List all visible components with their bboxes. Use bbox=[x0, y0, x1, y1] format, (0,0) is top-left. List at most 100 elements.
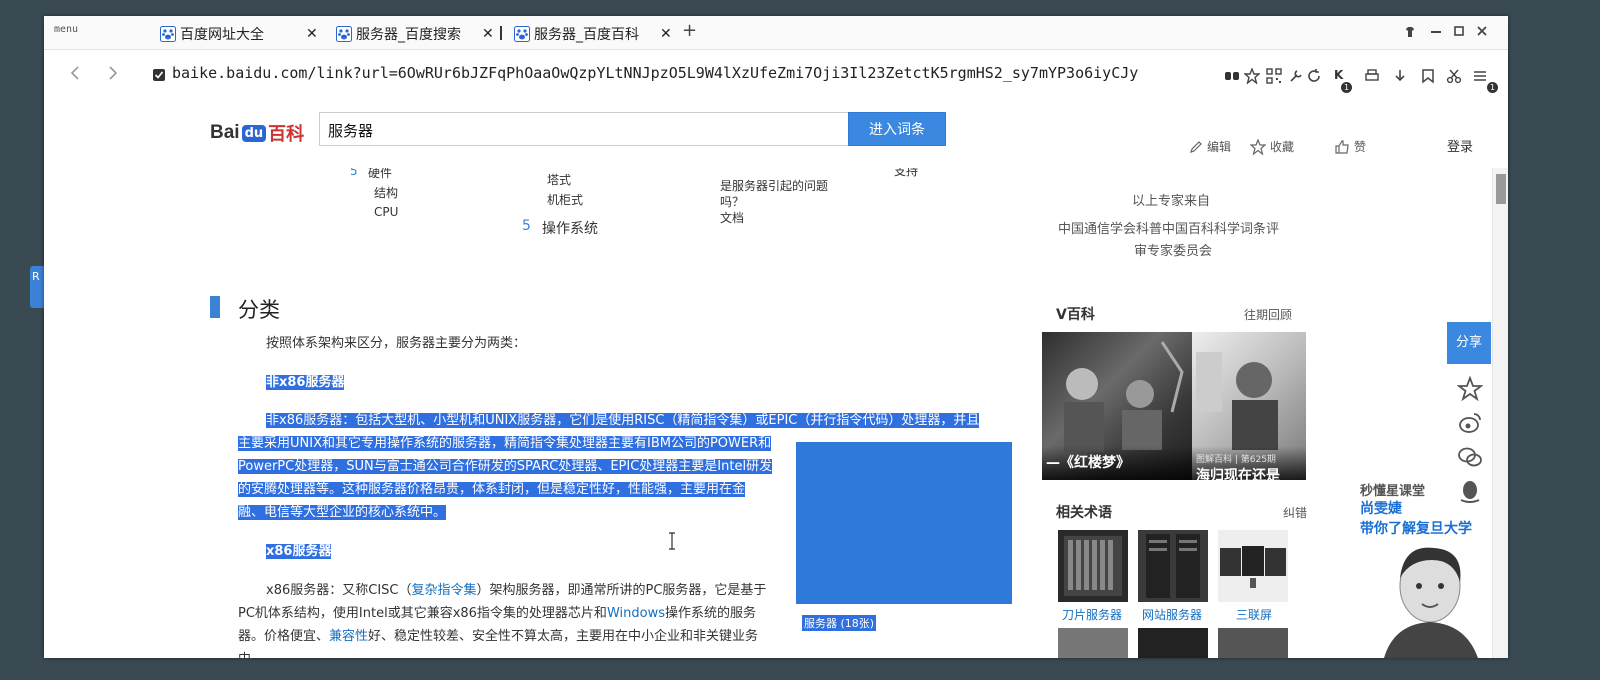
toc-item[interactable]: 是服务器引起的问题 bbox=[720, 177, 828, 194]
tab-baidu-baike[interactable]: 服务器_百度百科 bbox=[514, 22, 639, 46]
tab-label: 服务器_百度百科 bbox=[534, 27, 639, 43]
tab-baidu-search[interactable]: 服务器_百度搜索 bbox=[336, 22, 461, 46]
tab-label: 服务器_百度搜索 bbox=[356, 27, 461, 43]
baidu-paw-icon bbox=[514, 26, 530, 42]
star-icon[interactable] bbox=[1244, 68, 1260, 84]
wechat-icon[interactable] bbox=[1457, 444, 1483, 470]
related-term-thumbnail[interactable] bbox=[1218, 628, 1288, 658]
related-term-thumbnail[interactable] bbox=[1218, 530, 1288, 602]
like-button[interactable]: 赞 bbox=[1334, 138, 1366, 155]
toc-item[interactable]: 操作系统 bbox=[542, 218, 598, 238]
cut-icon[interactable] bbox=[1446, 68, 1462, 84]
badge-count: 1 bbox=[1487, 82, 1498, 93]
close-icon[interactable]: ✕ bbox=[306, 22, 318, 46]
related-term-thumbnail[interactable] bbox=[1058, 530, 1128, 602]
compatibility-link[interactable]: 兼容性 bbox=[329, 629, 368, 644]
settings-icon[interactable] bbox=[1288, 68, 1304, 84]
logo-baike: 百科 bbox=[268, 124, 305, 145]
tab-label: 百度网址大全 bbox=[180, 27, 264, 43]
search-input[interactable]: 服务器 bbox=[319, 112, 849, 146]
enter-entry-button[interactable]: 进入词条 bbox=[848, 112, 946, 146]
report-error-link[interactable]: 纠错 bbox=[1283, 504, 1307, 521]
logo-du: du bbox=[241, 124, 267, 142]
web-server-picture bbox=[1146, 534, 1200, 598]
edit-button[interactable]: 编辑 bbox=[1189, 138, 1231, 155]
print-icon[interactable] bbox=[1364, 68, 1380, 84]
thumbs-up-icon bbox=[1335, 139, 1349, 154]
video-thumbnail[interactable]: —《红楼梦》 bbox=[1042, 332, 1192, 480]
ad-portrait-picture bbox=[1384, 547, 1478, 658]
related-term-thumbnail[interactable] bbox=[1138, 530, 1208, 602]
paragraph-line: 非x86服务器：包括大型机、小型机和UNIX服务器，它们是使用RISC（精简指令… bbox=[266, 413, 980, 428]
qzone-star-icon[interactable] bbox=[1457, 376, 1483, 402]
shirt-icon[interactable] bbox=[1404, 26, 1416, 38]
collect-label: 收藏 bbox=[1270, 140, 1295, 154]
toc-item[interactable]: 结构 bbox=[374, 184, 398, 201]
related-terms-title: 相关术语 bbox=[1056, 505, 1112, 521]
collect-button[interactable]: 收藏 bbox=[1250, 138, 1294, 155]
toc-item[interactable]: 塔式 bbox=[547, 171, 571, 188]
tab-bar: menu 百度网址大全 ✕ 服务器_百度搜索 ✕ 服务器_百度百科 ✕ + bbox=[44, 16, 1508, 50]
scrollbar-thumb[interactable] bbox=[1496, 174, 1506, 204]
video-subtitle: 图解百科 | 第625期 bbox=[1196, 455, 1276, 465]
vbaike-history-link[interactable]: 往期回顾 bbox=[1244, 306, 1292, 323]
url-field[interactable]: baike.baidu.com/link?url=6OwRUr6bJZFqPhO… bbox=[172, 64, 1142, 86]
toc-item[interactable]: 硬件 bbox=[368, 168, 392, 181]
related-term-label[interactable]: 网站服务器 bbox=[1142, 606, 1202, 623]
paragraph-line: PC机体系结构，使用Intel或其它兼容x86指令集的处理器芯片和Windows… bbox=[238, 606, 756, 621]
close-icon[interactable]: ✕ bbox=[482, 22, 494, 46]
image-caption[interactable]: 服务器 (18张) bbox=[802, 615, 877, 631]
reader-icon[interactable] bbox=[1224, 68, 1240, 84]
logo-bai: Bai bbox=[210, 122, 240, 143]
triple-screen-picture bbox=[1220, 546, 1286, 588]
refresh-icon[interactable] bbox=[1306, 68, 1322, 84]
experts-title: 以上专家来自 bbox=[1132, 194, 1211, 209]
toc-item[interactable]: CPU bbox=[374, 205, 398, 219]
menu-button[interactable]: menu bbox=[54, 24, 78, 35]
download-icon[interactable] bbox=[1392, 68, 1408, 84]
edit-label: 编辑 bbox=[1207, 140, 1232, 154]
qr-code-icon[interactable] bbox=[1266, 68, 1282, 84]
more-icon[interactable] bbox=[1472, 68, 1488, 84]
related-term-label[interactable]: 三联屏 bbox=[1236, 606, 1272, 623]
tab-divider bbox=[500, 26, 502, 40]
toc-item[interactable]: 文档 bbox=[720, 209, 744, 226]
share-button[interactable]: 分享 bbox=[1447, 322, 1491, 364]
related-term-label[interactable]: 刀片服务器 bbox=[1062, 606, 1122, 623]
ad-banner[interactable]: 秒懂星课堂 尚雯婕 带你了解复旦大学 bbox=[1360, 480, 1500, 658]
tab-hao123[interactable]: 百度网址大全 bbox=[160, 22, 264, 46]
minimize-icon[interactable] bbox=[1430, 30, 1442, 34]
back-icon[interactable] bbox=[70, 66, 80, 80]
toc-item[interactable]: 支持 bbox=[894, 168, 918, 179]
new-tab-button[interactable]: + bbox=[682, 20, 697, 41]
video-thumbnail[interactable]: 图解百科 | 第625期 海归现在还是 bbox=[1192, 332, 1306, 480]
security-check-icon[interactable] bbox=[152, 68, 166, 82]
forward-icon[interactable] bbox=[108, 66, 118, 80]
server-image-selected[interactable] bbox=[796, 442, 1012, 604]
side-tab-label: R bbox=[32, 270, 40, 283]
maximize-icon[interactable] bbox=[1454, 26, 1464, 36]
baidu-paw-icon bbox=[336, 26, 352, 42]
close-icon[interactable]: ✕ bbox=[660, 22, 672, 46]
toc-num: 5 bbox=[350, 168, 358, 178]
close-window-icon[interactable] bbox=[1476, 25, 1488, 37]
toc-item[interactable]: 机柜式 bbox=[547, 191, 583, 208]
section-marker bbox=[210, 296, 220, 318]
ad-line: 带你了解复旦大学 bbox=[1360, 521, 1472, 537]
page-content: 5 硬件 结构 CPU 塔式 机柜式 5 操作系统 是服务器引起的问题 吗？ 文… bbox=[44, 168, 1492, 658]
related-term-thumbnail[interactable] bbox=[1138, 628, 1208, 658]
k-extension-icon[interactable]: K bbox=[1334, 68, 1343, 82]
browser-window: menu 百度网址大全 ✕ 服务器_百度搜索 ✕ 服务器_百度百科 ✕ + ba… bbox=[44, 16, 1508, 658]
related-term-thumbnail[interactable] bbox=[1058, 628, 1128, 658]
baidu-baike-logo[interactable]: Bai du 百科 bbox=[210, 120, 304, 146]
cisc-link[interactable]: 复杂指令集 bbox=[411, 583, 476, 598]
login-link[interactable]: 登录 bbox=[1447, 136, 1473, 155]
toc-item[interactable]: 吗？ bbox=[720, 193, 744, 210]
vbaike-title: V百科 bbox=[1056, 307, 1095, 323]
ad-line: 尚雯婕 bbox=[1360, 501, 1402, 517]
badge-count: 1 bbox=[1341, 82, 1352, 93]
windows-link[interactable]: Windows bbox=[607, 606, 665, 621]
experts-line: 中国通信学会科普中国百科科学词条评 bbox=[1058, 222, 1280, 237]
bookmark-icon[interactable] bbox=[1420, 68, 1436, 84]
weibo-icon[interactable] bbox=[1457, 410, 1483, 436]
